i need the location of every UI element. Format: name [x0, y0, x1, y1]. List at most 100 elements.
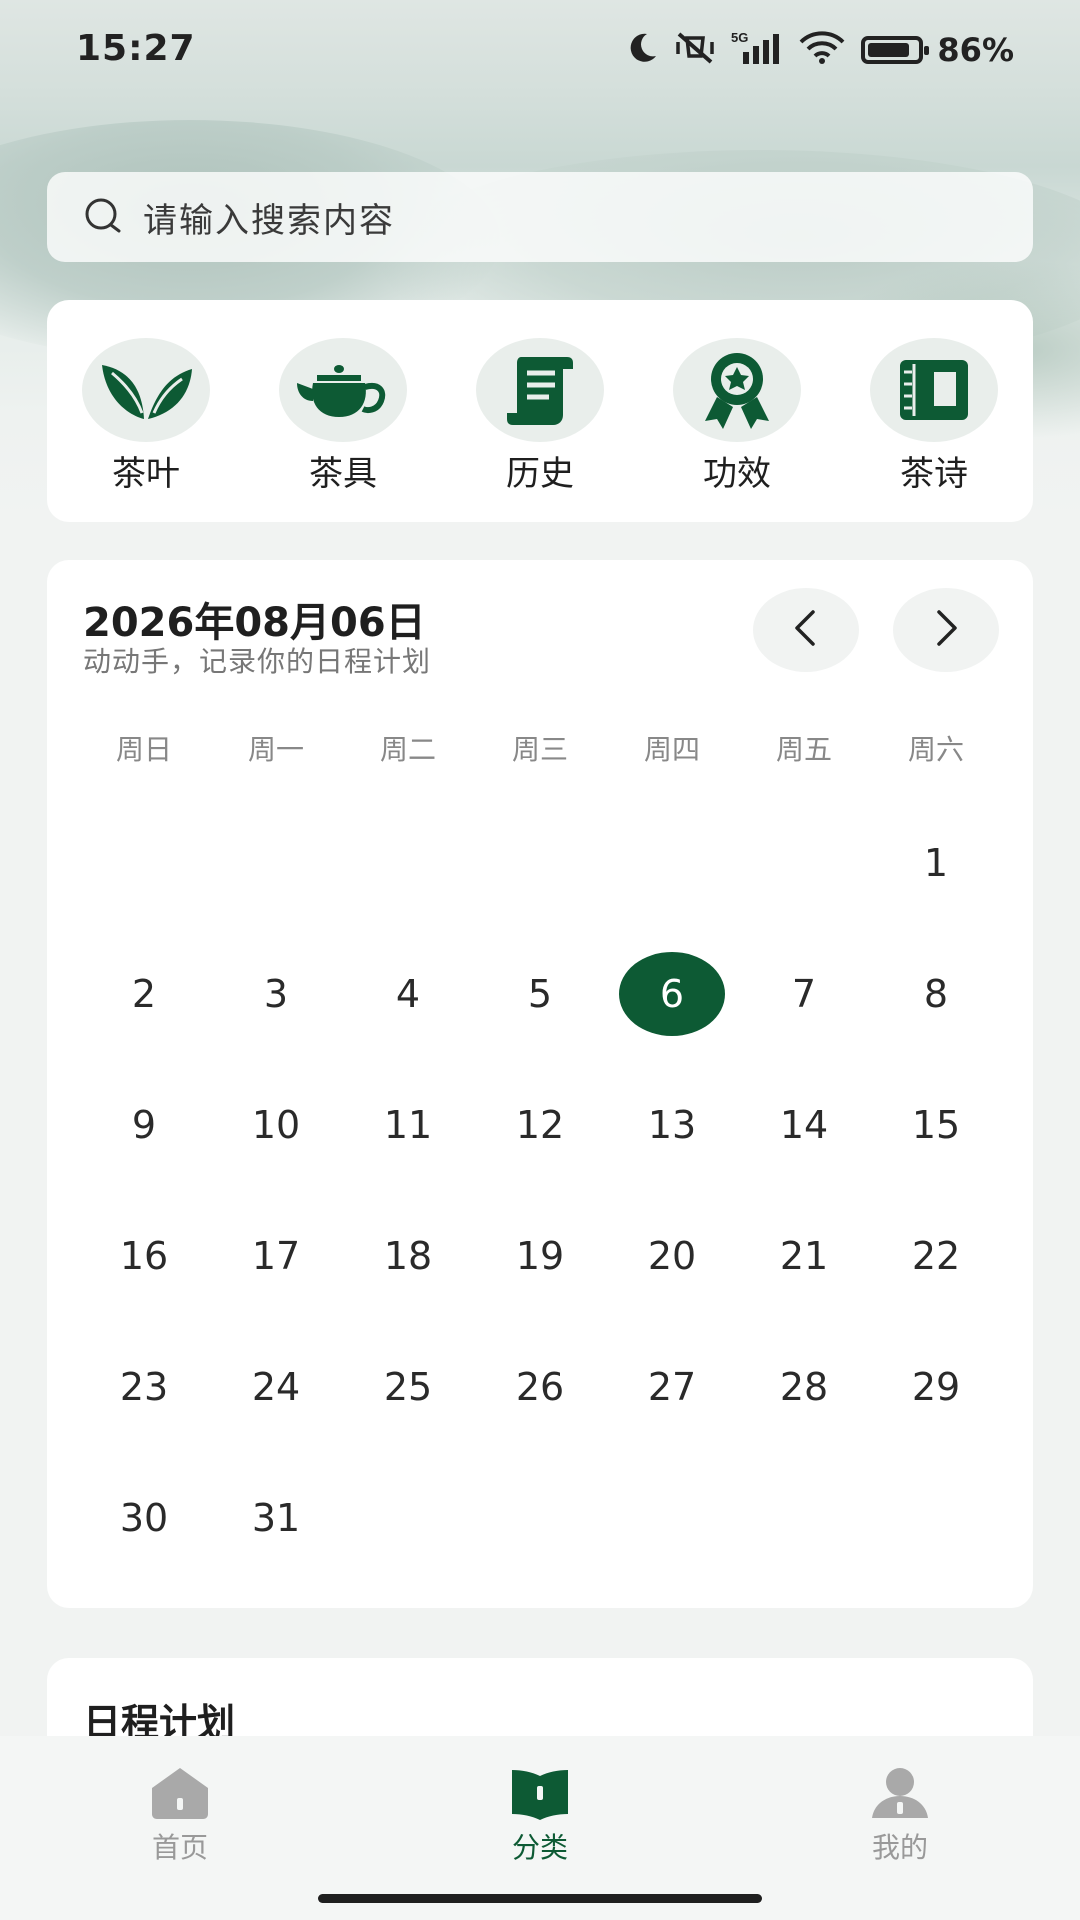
calendar-day-number: 29 [911, 1364, 961, 1409]
category-card: 茶叶 茶具 历史 功效 茶诗 [47, 300, 1033, 522]
tab-home[interactable]: 首页 [100, 1766, 260, 1866]
calendar-day[interactable]: 21 [738, 1190, 870, 1321]
calendar-day-number: 5 [527, 971, 553, 1016]
battery-percentage: 86% [937, 31, 1014, 69]
chevron-right-icon [931, 608, 961, 652]
moon-icon [623, 30, 659, 70]
calendar-day-number: 15 [911, 1102, 961, 1147]
calendar-day[interactable]: 12 [474, 1059, 606, 1190]
calendar-day[interactable]: 10 [210, 1059, 342, 1190]
scroll-icon [476, 338, 604, 442]
calendar-day-number: 26 [515, 1364, 565, 1409]
search-icon [83, 194, 125, 240]
calendar-day[interactable]: 1 [870, 797, 1002, 928]
weekday-label: 周日 [115, 733, 172, 766]
calendar-day[interactable]: 16 [78, 1190, 210, 1321]
search-placeholder: 请输入搜索内容 [143, 200, 395, 241]
wifi-icon [797, 30, 847, 70]
calendar-day[interactable]: 17 [210, 1190, 342, 1321]
weekday-label: 周二 [379, 733, 436, 766]
previous-month-button[interactable] [753, 588, 859, 672]
calendar-day[interactable]: 28 [738, 1321, 870, 1452]
calendar-day-number: 2 [131, 971, 157, 1016]
calendar-day-number: 16 [119, 1233, 169, 1278]
category-label: 历史 [506, 454, 574, 494]
calendar-day[interactable]: 30 [78, 1452, 210, 1583]
calendar-day-number: 27 [647, 1364, 697, 1409]
calendar-day[interactable]: 26 [474, 1321, 606, 1452]
calendar-subtitle: 动动手，记录你的日程计划 [83, 645, 432, 678]
calendar-day[interactable]: 19 [474, 1190, 606, 1321]
calendar-day-number: 13 [647, 1102, 697, 1147]
calendar-day[interactable]: 7 [738, 928, 870, 1059]
calendar-empty-cell [606, 797, 738, 928]
mute-vibrate-icon [673, 30, 717, 70]
calendar-card: 2026年08月06日 动动手，记录你的日程计划 周日 周一 周二 周三 周四 … [47, 560, 1033, 1608]
calendar-day[interactable]: 24 [210, 1321, 342, 1452]
battery-icon [861, 36, 930, 64]
category-tea-leaf[interactable]: 茶叶 [81, 338, 211, 522]
tab-category-label: 分类 [511, 1831, 568, 1864]
calendar-day-number: 31 [251, 1495, 301, 1540]
calendar-day[interactable]: 9 [78, 1059, 210, 1190]
home-indicator [318, 1894, 762, 1903]
teapot-icon [279, 338, 407, 442]
home-icon [148, 1766, 212, 1824]
status-time: 15:27 [76, 28, 196, 69]
weekday-label: 周一 [247, 733, 304, 766]
category-history[interactable]: 历史 [475, 338, 605, 522]
calendar-day-number: 11 [383, 1102, 433, 1147]
tab-category[interactable]: 分类 [460, 1766, 620, 1866]
calendar-day[interactable]: 4 [342, 928, 474, 1059]
calendar-day[interactable]: 23 [78, 1321, 210, 1452]
search-input[interactable]: 请输入搜索内容 [47, 172, 1033, 262]
calendar-day-number: 21 [779, 1233, 829, 1278]
open-book-icon [508, 1766, 572, 1824]
calendar-day[interactable]: 20 [606, 1190, 738, 1321]
calendar-day-number: 10 [251, 1102, 301, 1147]
svg-text:5G: 5G [731, 30, 748, 45]
calendar-day[interactable]: 29 [870, 1321, 1002, 1452]
calendar-day-number: 17 [251, 1233, 301, 1278]
tab-mine[interactable]: 我的 [820, 1766, 980, 1866]
category-tea-poetry[interactable]: 茶诗 [869, 338, 999, 522]
calendar-day-number: 18 [383, 1233, 433, 1278]
calendar-day[interactable]: 27 [606, 1321, 738, 1452]
calendar-day[interactable]: 31 [210, 1452, 342, 1583]
calendar-empty-cell [78, 797, 210, 928]
calendar-empty-cell [738, 797, 870, 928]
calendar-empty-cell [474, 797, 606, 928]
calendar-empty-cell [342, 797, 474, 928]
calendar-day[interactable]: 8 [870, 928, 1002, 1059]
category-efficacy[interactable]: 功效 [672, 338, 802, 522]
calendar-day[interactable]: 2 [78, 928, 210, 1059]
next-month-button[interactable] [893, 588, 999, 672]
calendar-day-grid: 1 2 3 4 5 6 7 8 9 10 11 12 13 14 15 16 17 18 19 20 21 22 23 24 2… [78, 797, 1002, 1583]
signal-5g-icon: 5G [731, 30, 783, 70]
calendar-day[interactable]: 3 [210, 928, 342, 1059]
calendar-day[interactable]: 11 [342, 1059, 474, 1190]
calendar-day[interactable]: 22 [870, 1190, 1002, 1321]
calendar-day[interactable]: 18 [342, 1190, 474, 1321]
calendar-day[interactable]: 5 [474, 928, 606, 1059]
calendar-day-selected[interactable]: 6 [606, 928, 738, 1059]
category-teaware[interactable]: 茶具 [278, 338, 408, 522]
calendar-day-number: 28 [779, 1364, 829, 1409]
calendar-day-number: 7 [791, 971, 817, 1016]
calendar-day[interactable]: 14 [738, 1059, 870, 1190]
calendar-day-number: 30 [119, 1495, 169, 1540]
weekday-header: 周日 周一 周二 周三 周四 周五 周六 [78, 728, 1002, 768]
tea-leaf-icon [82, 338, 210, 442]
weekday-label: 周三 [511, 733, 568, 766]
calendar-day-number: 22 [911, 1233, 961, 1278]
calendar-day[interactable]: 15 [870, 1059, 1002, 1190]
status-bar: 15:27 5G 86% [0, 0, 1080, 100]
calendar-day[interactable]: 13 [606, 1059, 738, 1190]
calendar-day-number: 3 [263, 971, 289, 1016]
calendar-day-number: 14 [779, 1102, 829, 1147]
calendar-day-number: 8 [923, 971, 949, 1016]
calendar-day[interactable]: 25 [342, 1321, 474, 1452]
calendar-day-number: 25 [383, 1364, 433, 1409]
calendar-day-number: 4 [395, 971, 421, 1016]
category-label: 茶诗 [900, 454, 968, 494]
